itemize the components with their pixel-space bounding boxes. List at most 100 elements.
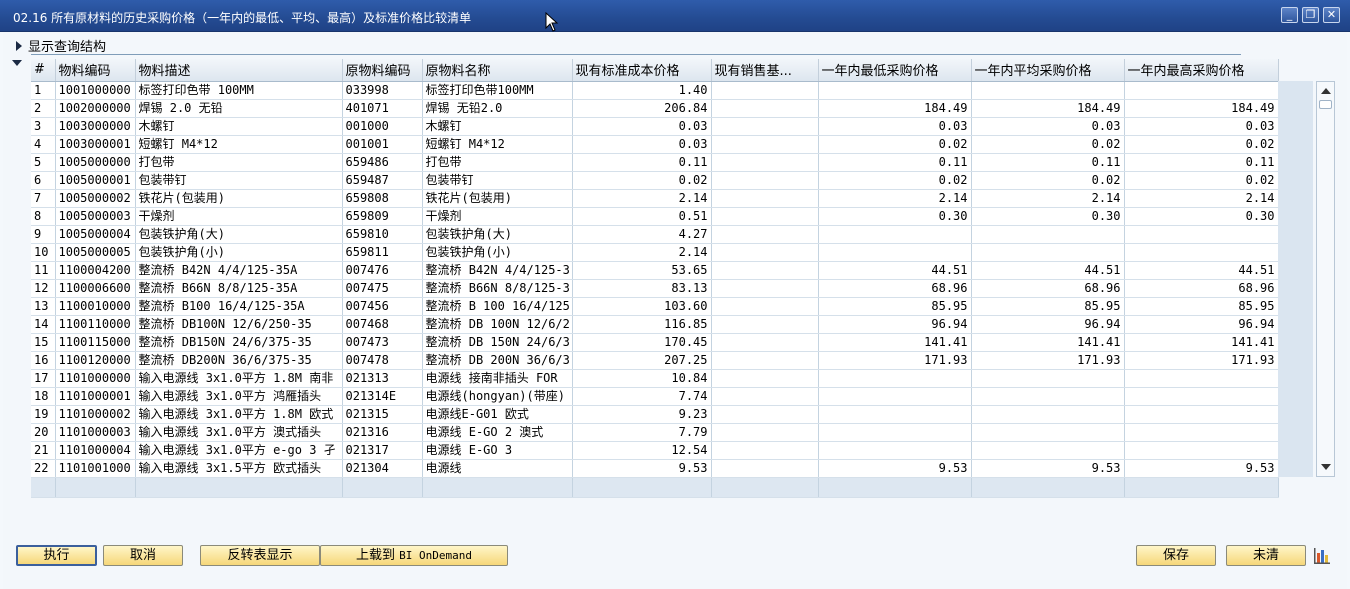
raw-name-cell[interactable]: 标签打印色带100MM — [422, 81, 573, 100]
raw-name-cell[interactable]: 铁花片(包装用) — [422, 189, 573, 208]
avg-price-cell[interactable]: 44.51 — [971, 261, 1125, 280]
max-price-cell[interactable]: 96.94 — [1124, 315, 1279, 334]
min-price-cell[interactable] — [818, 225, 972, 244]
header-raw-code[interactable]: 原物料编码 — [342, 59, 423, 82]
row-number-cell[interactable]: 11 — [31, 261, 56, 280]
header-raw-name[interactable]: 原物料名称 — [422, 59, 573, 82]
max-price-cell[interactable]: 0.30 — [1124, 207, 1279, 226]
raw-name-cell[interactable]: 电源线 E-GO 3 — [422, 441, 573, 460]
row-number-cell[interactable]: 22 — [31, 459, 56, 478]
avg-price-cell[interactable]: 0.03 — [971, 117, 1125, 136]
row-number-cell[interactable]: 20 — [31, 423, 56, 442]
material-desc-cell[interactable]: 整流桥 DB100N 12/6/250-35 — [135, 315, 343, 334]
std-cost-cell[interactable]: 83.13 — [572, 279, 712, 298]
std-cost-cell[interactable]: 2.14 — [572, 243, 712, 262]
min-price-cell[interactable]: 44.51 — [818, 261, 972, 280]
sales-base-cell[interactable] — [711, 189, 819, 208]
row-number-cell[interactable]: 2 — [31, 99, 56, 118]
raw-code-cell[interactable]: 659810 — [342, 225, 423, 244]
row-number-cell[interactable]: 21 — [31, 441, 56, 460]
min-price-cell[interactable]: 0.02 — [818, 135, 972, 154]
query-structure-toggle[interactable]: 显示查询结构 — [16, 36, 106, 55]
avg-price-cell[interactable] — [971, 387, 1125, 406]
sales-base-cell[interactable] — [711, 387, 819, 406]
min-price-cell[interactable]: 68.96 — [818, 279, 972, 298]
min-price-cell[interactable] — [818, 441, 972, 460]
min-price-cell[interactable]: 85.95 — [818, 297, 972, 316]
std-cost-cell[interactable]: 207.25 — [572, 351, 712, 370]
material-code-cell[interactable]: 1005000003 — [55, 207, 136, 226]
raw-code-cell[interactable]: 659486 — [342, 153, 423, 172]
row-number-cell[interactable]: 15 — [31, 333, 56, 352]
row-number-cell[interactable]: 1 — [31, 81, 56, 100]
std-cost-cell[interactable]: 170.45 — [572, 333, 712, 352]
raw-name-cell[interactable]: 短螺钉 M4*12 — [422, 135, 573, 154]
table-row[interactable]: 12 1100006600 整流桥 B66N 8/8/125-35A 007475 整流… — [31, 279, 1279, 298]
material-code-cell[interactable]: 1100110000 — [55, 315, 136, 334]
material-desc-cell[interactable]: 干燥剂 — [135, 207, 343, 226]
material-code-cell[interactable]: 1003000001 — [55, 135, 136, 154]
material-desc-cell[interactable]: 打包带 — [135, 153, 343, 172]
raw-code-cell[interactable]: 021313 — [342, 369, 423, 388]
execute-button[interactable]: 执行 — [16, 545, 97, 566]
std-cost-cell[interactable]: 206.84 — [572, 99, 712, 118]
raw-name-cell[interactable]: 整流桥 B 100 16/4/125 — [422, 297, 573, 316]
raw-code-cell[interactable]: 021317 — [342, 441, 423, 460]
table-row[interactable]: 8 1005000003 干燥剂 659809 干燥剂 0.51 0.30 0.30 0.30 — [31, 207, 1279, 226]
sales-base-cell[interactable] — [711, 207, 819, 226]
std-cost-cell[interactable]: 1.40 — [572, 81, 712, 100]
min-price-cell[interactable]: 141.41 — [818, 333, 972, 352]
upload-bi-button[interactable]: 上载到 BI OnDemand — [320, 545, 508, 566]
bar-chart-icon[interactable] — [1313, 547, 1331, 565]
sales-base-cell[interactable] — [711, 333, 819, 352]
sales-base-cell[interactable] — [711, 99, 819, 118]
raw-name-cell[interactable]: 包装铁护角(大) — [422, 225, 573, 244]
raw-name-cell[interactable]: 整流桥 DB 100N 12/6/2 — [422, 315, 573, 334]
max-price-cell[interactable]: 0.02 — [1124, 135, 1279, 154]
avg-price-cell[interactable]: 0.02 — [971, 171, 1125, 190]
max-price-cell[interactable] — [1124, 243, 1279, 262]
max-price-cell[interactable]: 68.96 — [1124, 279, 1279, 298]
sales-base-cell[interactable] — [711, 423, 819, 442]
max-price-cell[interactable]: 85.95 — [1124, 297, 1279, 316]
std-cost-cell[interactable]: 0.03 — [572, 117, 712, 136]
avg-price-cell[interactable] — [971, 441, 1125, 460]
table-row[interactable]: 1 1001000000 标签打印色带 100MM 033998 标签打印色带100MM… — [31, 81, 1279, 100]
min-price-cell[interactable] — [818, 387, 972, 406]
row-number-cell[interactable]: 6 — [31, 171, 56, 190]
max-price-cell[interactable]: 0.02 — [1124, 171, 1279, 190]
material-code-cell[interactable]: 1101000004 — [55, 441, 136, 460]
header-row-number[interactable]: # — [31, 59, 56, 82]
header-std-cost[interactable]: 现有标准成本价格 — [572, 59, 712, 82]
std-cost-cell[interactable]: 2.14 — [572, 189, 712, 208]
material-desc-cell[interactable]: 标签打印色带 100MM — [135, 81, 343, 100]
max-price-cell[interactable] — [1124, 225, 1279, 244]
raw-name-cell[interactable]: 包装铁护角(小) — [422, 243, 573, 262]
row-number-cell[interactable]: 4 — [31, 135, 56, 154]
std-cost-cell[interactable]: 116.85 — [572, 315, 712, 334]
header-material-desc[interactable]: 物料描述 — [135, 59, 343, 82]
raw-code-cell[interactable]: 021304 — [342, 459, 423, 478]
restore-button[interactable]: ❐ — [1302, 7, 1319, 23]
avg-price-cell[interactable]: 141.41 — [971, 333, 1125, 352]
table-row[interactable]: 22 1101001000 输入电源线 3x1.5平方 欧式插头 021304 电源线 9… — [31, 459, 1279, 478]
row-number-cell[interactable]: 14 — [31, 315, 56, 334]
std-cost-cell[interactable]: 7.79 — [572, 423, 712, 442]
raw-code-cell[interactable]: 021314E — [342, 387, 423, 406]
material-desc-cell[interactable]: 输入电源线 3x1.0平方 鸿雁插头 — [135, 387, 343, 406]
avg-price-cell[interactable] — [971, 369, 1125, 388]
min-price-cell[interactable]: 0.11 — [818, 153, 972, 172]
table-row[interactable]: 13 1100010000 整流桥 B100 16/4/125-35A 007456 整… — [31, 297, 1279, 316]
row-number-cell[interactable]: 10 — [31, 243, 56, 262]
max-price-cell[interactable] — [1124, 387, 1279, 406]
avg-price-cell[interactable] — [971, 81, 1125, 100]
material-code-cell[interactable]: 1005000001 — [55, 171, 136, 190]
table-row[interactable]: 4 1003000001 短螺钉 M4*12 001001 短螺钉 M4*12 0.03 0… — [31, 135, 1279, 154]
table-row[interactable]: 14 1100110000 整流桥 DB100N 12/6/250-35 007468… — [31, 315, 1279, 334]
save-button[interactable]: 保存 — [1136, 545, 1216, 566]
material-desc-cell[interactable]: 输入电源线 3x1.0平方 1.8M 欧式 — [135, 405, 343, 424]
std-cost-cell[interactable]: 10.84 — [572, 369, 712, 388]
max-price-cell[interactable]: 44.51 — [1124, 261, 1279, 280]
table-row[interactable]: 11 1100004200 整流桥 B42N 4/4/125-35A 007476 整流… — [31, 261, 1279, 280]
header-material-code[interactable]: 物料编码 — [55, 59, 136, 82]
